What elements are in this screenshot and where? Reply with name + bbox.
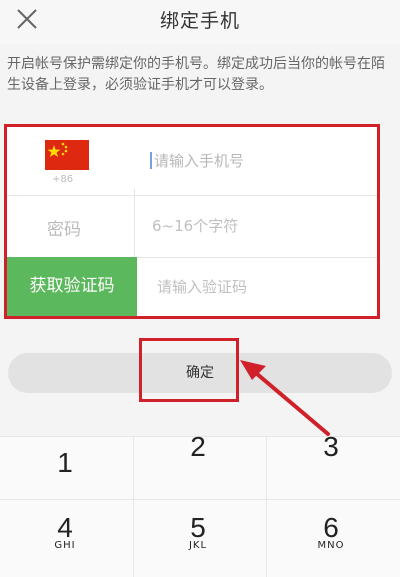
verify-code-row: 获取验证码 请输入验证码 [7,257,377,316]
confirm-highlight-box [139,338,239,402]
china-flag-icon[interactable] [45,140,89,170]
key-number: 3 [323,431,339,462]
key-letters: MNO [317,540,345,551]
bind-hint-text: 开启帐号保护需绑定你的手机号。绑定成功后当你的帐号在陌生设备上登录，必须验证手机… [7,56,385,93]
key-6[interactable]: 6 MNO [266,512,396,551]
key-number: 1 [57,447,73,478]
key-letters: JKL [188,540,208,551]
phone-input[interactable]: 请输入手机号 [150,150,244,171]
password-row: 密码 6~16个字符 [7,195,377,258]
key-4[interactable]: 4 GHI [0,512,130,551]
annotation-arrow-icon [240,360,330,436]
nav-bar: 绑定手机 [0,0,400,44]
key-letters: GHI [54,540,76,551]
country-code: +86 [52,174,74,185]
password-label: 密码 [47,220,81,240]
key-number: 2 [190,431,206,462]
phone-bind-form: +86 请输入手机号 密码 6~16个字符 获取验证码 请输入验证码 [4,124,380,319]
text-cursor [150,152,152,169]
password-input[interactable]: 6~16个字符 [152,215,238,236]
phone-placeholder: 请输入手机号 [154,152,245,170]
get-code-button[interactable]: 获取验证码 [7,257,137,316]
keypad-divider [0,499,400,500]
key-1[interactable]: 1 [0,447,130,479]
page-title: 绑定手机 [159,10,240,32]
key-5[interactable]: 5 JKL [133,512,263,551]
phone-row: +86 请输入手机号 [7,127,377,196]
key-3[interactable]: 3 [266,431,396,463]
verify-code-input[interactable]: 请输入验证码 [157,276,247,297]
numeric-keypad: 1 2 3 4 GHI 5 JKL 6 MNO [0,431,400,577]
key-2[interactable]: 2 [133,431,263,463]
